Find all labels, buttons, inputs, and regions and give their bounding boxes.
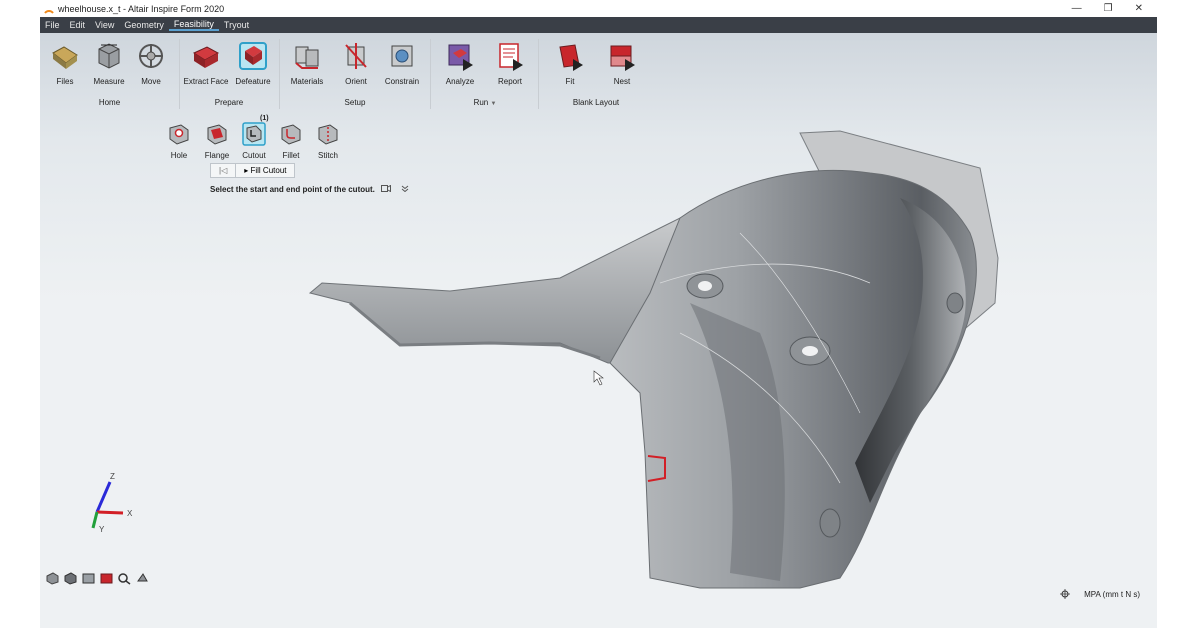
analyze-icon xyxy=(448,44,473,71)
model-viewport[interactable]: Files Measure Move Home Extract Face Def… xyxy=(40,33,1157,628)
report-label: Report xyxy=(497,77,522,86)
extract-face-label: Extract Face xyxy=(183,77,229,86)
menu-file[interactable]: File xyxy=(40,20,65,30)
run-label-text: Run xyxy=(473,98,489,107)
video-hint-icon[interactable] xyxy=(381,184,392,193)
view-cube-icon[interactable] xyxy=(45,572,60,585)
constrain-label: Constrain xyxy=(384,77,420,86)
measure-label: Measure xyxy=(93,77,125,86)
files-label: Files xyxy=(56,77,74,86)
ribbon-separator xyxy=(279,39,280,109)
orient-tool[interactable]: Orient xyxy=(333,33,379,86)
ribbon-separator xyxy=(430,39,431,109)
hole-tool[interactable]: Hole xyxy=(159,122,199,160)
axis-z-label: Z xyxy=(110,472,115,481)
nest-tool[interactable]: Nest xyxy=(599,33,645,86)
fit-label: Fit xyxy=(565,77,575,86)
group-home-label: Home xyxy=(98,98,121,107)
ribbon-separator xyxy=(179,39,180,109)
menu-view[interactable]: View xyxy=(90,20,119,30)
close-button[interactable]: ✕ xyxy=(1135,3,1143,14)
hole-label: Hole xyxy=(170,151,188,160)
fill-cutout-bar: |◁ ▸ Fill Cutout xyxy=(210,163,296,178)
instruction-text: Select the start and end point of the cu… xyxy=(210,185,375,194)
constrain-icon xyxy=(391,45,413,67)
shaded-view-icon[interactable] xyxy=(63,572,78,585)
menu-bar: File Edit View Geometry Feasibility Tryo… xyxy=(40,17,1157,33)
group-run-label[interactable]: Run ▼ xyxy=(432,98,538,107)
move-label: Move xyxy=(141,77,161,86)
defeature-tool[interactable]: Defeature xyxy=(230,33,276,86)
ribbon-separator xyxy=(538,39,539,109)
orient-label: Orient xyxy=(345,77,367,86)
fit-tool[interactable]: Fit xyxy=(547,33,593,86)
extract-face-icon xyxy=(192,46,220,68)
axis-x-label: X xyxy=(127,509,133,518)
materials-label: Materials xyxy=(290,77,324,86)
report-tool[interactable]: Report xyxy=(487,33,533,86)
extract-face-tool[interactable]: Extract Face xyxy=(181,33,231,86)
menu-geometry[interactable]: Geometry xyxy=(119,20,169,30)
collapse-chevron-icon[interactable] xyxy=(401,185,409,193)
hole-icon xyxy=(169,124,189,145)
group-blank-layout-label: Blank Layout xyxy=(572,98,620,107)
orient-icon xyxy=(345,43,367,69)
measure-icon xyxy=(98,43,120,69)
axis-y-label: Y xyxy=(99,525,105,534)
fit-icon xyxy=(559,44,583,71)
report-icon xyxy=(499,43,523,71)
analyze-label: Analyze xyxy=(445,77,475,86)
view-toolbar xyxy=(45,572,150,585)
nest-icon xyxy=(610,45,635,71)
minimize-button[interactable]: — xyxy=(1072,3,1082,14)
fillet-label: Fillet xyxy=(282,151,300,160)
materials-icon xyxy=(295,46,319,69)
cutout-label: Cutout xyxy=(242,151,266,160)
cutout-count-badge: (1) xyxy=(260,115,269,122)
selection-icon[interactable] xyxy=(99,572,114,585)
restore-button[interactable]: ❐ xyxy=(1104,3,1113,14)
measure-tool[interactable]: Measure xyxy=(86,33,132,86)
cutout-icon xyxy=(242,122,266,146)
flange-icon xyxy=(207,124,227,145)
defeature-icon xyxy=(239,42,267,70)
altair-logo-icon xyxy=(44,9,54,14)
units-selector[interactable]: MPA (mm t N s) xyxy=(1084,590,1140,599)
move-tool[interactable]: Move xyxy=(128,33,174,86)
snap-target-icon[interactable] xyxy=(1060,589,1071,599)
cutout-instruction: Select the start and end point of the cu… xyxy=(210,184,409,194)
files-icon xyxy=(52,46,78,69)
fillet-icon xyxy=(281,124,301,145)
run-dropdown-icon[interactable]: ▼ xyxy=(490,101,496,107)
rotate-view-icon[interactable] xyxy=(135,572,150,585)
stitch-icon xyxy=(318,124,338,145)
cutout-tool[interactable]: Cutout (1) xyxy=(234,115,274,160)
nest-label: Nest xyxy=(613,77,631,86)
stitch-label: Stitch xyxy=(317,151,338,160)
back-icon[interactable]: |◁ xyxy=(211,164,237,177)
fill-cutout-button[interactable]: ▸ Fill Cutout xyxy=(236,164,294,177)
flange-label: Flange xyxy=(204,151,230,160)
analyze-tool[interactable]: Analyze xyxy=(437,33,483,86)
files-tool[interactable]: Files xyxy=(42,33,88,86)
zoom-icon[interactable] xyxy=(117,572,132,585)
constrain-tool[interactable]: Constrain xyxy=(379,33,425,86)
window-title: wheelhouse.x_t - Altair Inspire Form 202… xyxy=(58,3,225,14)
title-bar: wheelhouse.x_t - Altair Inspire Form 202… xyxy=(40,0,1157,17)
axis-triad: Z X Y xyxy=(91,472,133,534)
menu-tryout[interactable]: Tryout xyxy=(219,20,254,30)
group-setup-label: Setup xyxy=(344,98,366,107)
status-area: MPA (mm t N s) xyxy=(1060,589,1140,599)
materials-tool[interactable]: Materials xyxy=(284,33,330,86)
move-icon xyxy=(139,44,163,68)
menu-feasibility[interactable]: Feasibility xyxy=(168,19,219,31)
flange-tool[interactable]: Flange xyxy=(197,122,237,160)
defeature-label: Defeature xyxy=(235,77,271,86)
stitch-tool[interactable]: Stitch xyxy=(308,122,348,160)
menu-edit[interactable]: Edit xyxy=(65,20,91,30)
fit-view-icon[interactable] xyxy=(81,572,96,585)
app-window: wheelhouse.x_t - Altair Inspire Form 202… xyxy=(40,0,1157,628)
fillet-tool[interactable]: Fillet xyxy=(271,122,311,160)
group-prepare-label: Prepare xyxy=(214,98,244,107)
